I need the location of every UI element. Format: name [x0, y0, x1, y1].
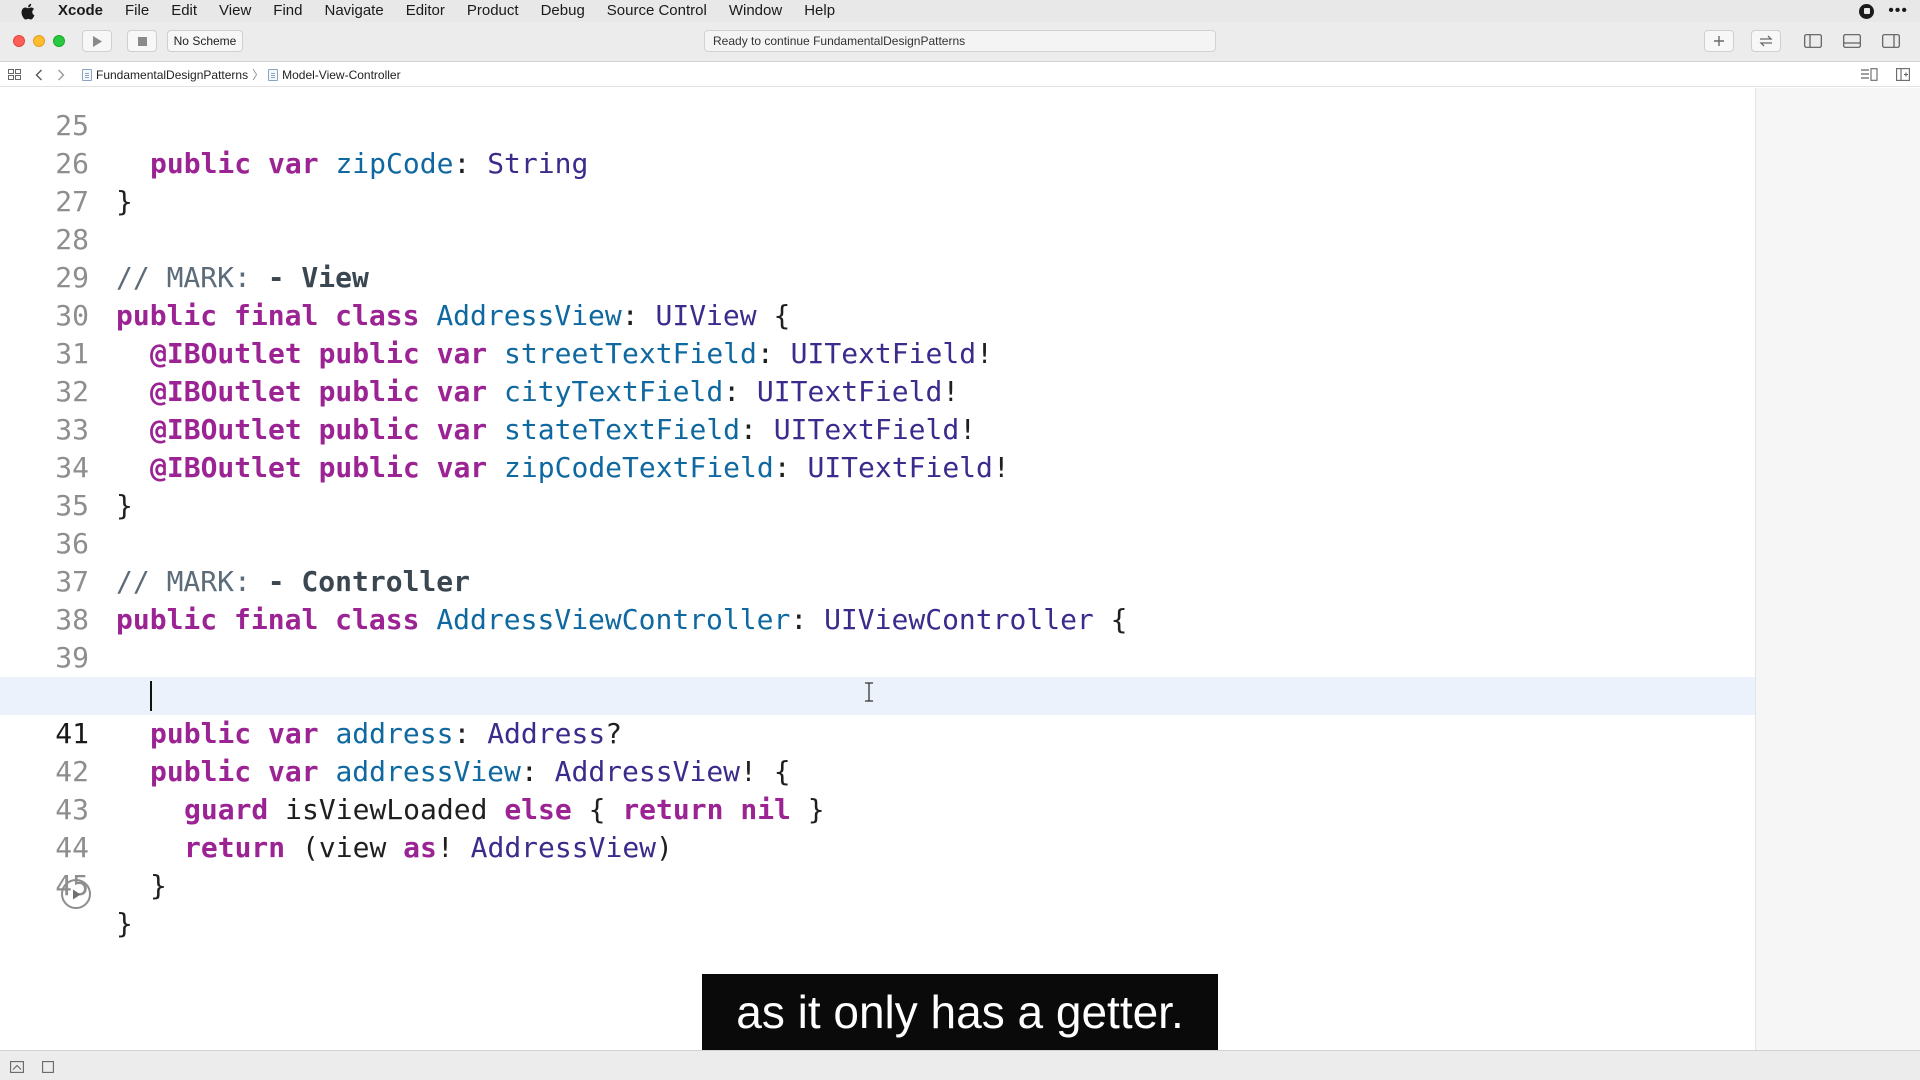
source-editor[interactable]: 25 public var zipCode: String 26 } 27 28…: [0, 88, 1755, 1050]
close-window-button[interactable]: [13, 35, 25, 47]
jump-bar: FundamentalDesignPatterns 〉 Model-View-C…: [0, 63, 1920, 87]
hide-debug-area-icon[interactable]: [10, 1060, 24, 1078]
menu-bar: Xcode File Edit View Find Navigate Edito…: [0, 0, 1920, 22]
menu-debug[interactable]: Debug: [530, 0, 596, 22]
zoom-window-button[interactable]: [53, 35, 65, 47]
breadcrumb-project-label: FundamentalDesignPatterns: [96, 67, 249, 82]
code-line: 38: [0, 563, 1755, 636]
toggle-debug-area-button[interactable]: [1839, 30, 1865, 52]
breadcrumb-separator-icon: 〉: [252, 68, 265, 82]
menu-file[interactable]: File: [114, 0, 160, 22]
status-bar: [0, 1050, 1920, 1080]
right-panel-icon: [1882, 34, 1900, 48]
video-caption: as it only has a getter.: [702, 974, 1218, 1050]
code-line: 30 @IBOutlet public var streetTextField:…: [0, 259, 1755, 370]
forward-chevron-icon[interactable]: [50, 69, 72, 81]
apple-logo-icon[interactable]: [18, 2, 36, 20]
bottom-panel-icon: [1843, 34, 1861, 48]
more-menu-icon[interactable]: •••: [1888, 2, 1908, 20]
run-button[interactable]: [82, 30, 112, 52]
library-add-button[interactable]: [1704, 30, 1734, 52]
code-line: 25 public var zipCode: String: [0, 88, 1755, 180]
menu-window[interactable]: Window: [718, 0, 793, 22]
page-file-icon: [268, 68, 279, 81]
code-line: 32 @IBOutlet public var stateTextField: …: [0, 335, 1755, 446]
code-line: 43 return (view as! AddressView): [0, 753, 1755, 864]
code-line: 44 }: [0, 791, 1755, 902]
menu-view[interactable]: View: [208, 0, 262, 22]
code-line: 35: [0, 449, 1755, 522]
code-line: 36 // MARK: - Controller: [0, 487, 1755, 598]
window-toolbar: No Scheme Ready to continue FundamentalD…: [0, 22, 1920, 62]
playground-file-icon: [82, 68, 92, 81]
breadcrumb-project[interactable]: FundamentalDesignPatterns: [82, 68, 248, 82]
minimize-window-button[interactable]: [33, 35, 45, 47]
stop-button[interactable]: [127, 30, 157, 52]
menu-source-control[interactable]: Source Control: [596, 0, 718, 22]
menubar-status-area: •••: [1859, 0, 1908, 22]
stop-icon: [137, 36, 147, 46]
i-beam-cursor-icon: [865, 682, 873, 702]
editor-options-icon[interactable]: [1858, 68, 1880, 81]
code-line: 28 // MARK: - View: [0, 183, 1755, 294]
menu-editor[interactable]: Editor: [395, 0, 456, 22]
menu-find[interactable]: Find: [262, 0, 313, 22]
menu-product[interactable]: Product: [456, 0, 530, 22]
related-items-grid-icon[interactable]: [0, 69, 28, 80]
menu-app-xcode[interactable]: Xcode: [50, 0, 114, 22]
plus-icon: [1714, 36, 1724, 46]
menu-edit[interactable]: Edit: [160, 0, 208, 22]
toggle-inspector-button[interactable]: [1878, 30, 1904, 52]
code-line: 45 }: [0, 829, 1755, 940]
code-line: 39 // MARK: - Properties: [0, 601, 1755, 712]
screen-recording-icon[interactable]: [1859, 3, 1875, 19]
play-icon: [93, 35, 102, 47]
minimap[interactable]: [1755, 88, 1920, 1050]
menu-navigate[interactable]: Navigate: [313, 0, 394, 22]
run-playground-button[interactable]: [61, 879, 91, 909]
left-panel-icon: [1804, 34, 1822, 48]
activity-status-field: Ready to continue FundamentalDesignPatte…: [704, 30, 1216, 52]
menu-help[interactable]: Help: [793, 0, 846, 22]
breadcrumb-page-label: Model-View-Controller: [282, 67, 401, 82]
text-caret: [150, 681, 152, 711]
code-review-button[interactable]: [1751, 30, 1781, 52]
back-chevron-icon[interactable]: [28, 69, 50, 81]
swap-arrows-icon: [1759, 35, 1773, 47]
toggle-navigator-button[interactable]: [1800, 30, 1826, 52]
code-line: 27: [0, 145, 1755, 218]
code-line: 26 }: [0, 107, 1755, 218]
toggle-console-icon[interactable]: [42, 1060, 54, 1078]
play-icon: [73, 889, 81, 899]
scheme-selector[interactable]: No Scheme: [167, 30, 243, 52]
add-editor-icon[interactable]: [1892, 68, 1914, 81]
code-line: 42 guard isViewLoaded else { return nil …: [0, 715, 1755, 826]
current-code-line: 41 public var addressView: AddressView! …: [0, 677, 1755, 788]
code-line: 33 @IBOutlet public var zipCodeTextField…: [0, 373, 1755, 484]
code-line: 34 }: [0, 411, 1755, 522]
code-line: 31 @IBOutlet public var cityTextField: U…: [0, 297, 1755, 408]
code-line: 40 public var address: Address?: [0, 639, 1755, 750]
breadcrumb-page[interactable]: Model-View-Controller: [268, 68, 401, 82]
code-line: 29 public final class AddressView: UIVie…: [0, 221, 1755, 332]
code-line: 37 public final class AddressViewControl…: [0, 525, 1755, 636]
